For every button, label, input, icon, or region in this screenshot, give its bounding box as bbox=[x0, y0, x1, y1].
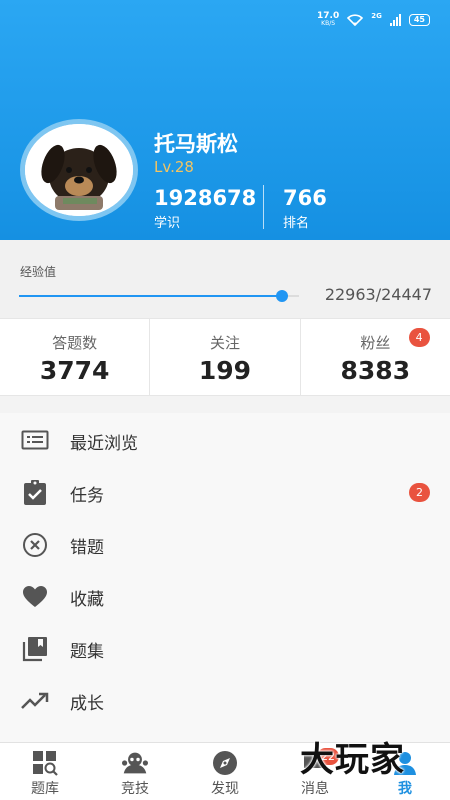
tab-discover[interactable]: 发现 bbox=[180, 743, 270, 800]
tasks-badge: 2 bbox=[409, 483, 430, 502]
avatar[interactable] bbox=[20, 119, 138, 221]
tab-label: 题库 bbox=[31, 781, 59, 797]
battery-level: 45 bbox=[413, 14, 425, 24]
experience-progress-bar bbox=[19, 290, 299, 302]
knowledge-label: 学识 bbox=[154, 216, 181, 231]
battery-icon: 45 bbox=[408, 13, 430, 26]
stat-following[interactable]: 关注 199 bbox=[150, 319, 301, 395]
experience-label: 经验值 bbox=[20, 265, 57, 279]
menu-item-favorites[interactable]: 收藏 bbox=[0, 571, 450, 623]
menu-item-mistakes[interactable]: 错题 bbox=[0, 519, 450, 571]
dog-avatar-icon bbox=[25, 124, 133, 216]
network-speed: 17.0 KB/S bbox=[317, 12, 339, 27]
menu-label: 成长 bbox=[70, 693, 104, 714]
profile-header: 17.0 KB/S 2G 45 托马斯松 Lv.28 1928678 学识 76… bbox=[0, 0, 450, 240]
tab-question-bank[interactable]: 题库 bbox=[0, 743, 90, 800]
stat-label: 关注 bbox=[209, 334, 240, 352]
experience-section: 经验值 bbox=[0, 240, 450, 318]
experience-value: 22963/24447 bbox=[324, 285, 432, 304]
user-level: Lv.28 bbox=[154, 158, 194, 176]
tab-arena[interactable]: 竞技 bbox=[90, 743, 180, 800]
compass-icon bbox=[212, 750, 238, 776]
stats-row: 答题数 3774 关注 199 粉丝 8383 4 bbox=[0, 318, 450, 396]
tab-label: 我 bbox=[398, 781, 412, 797]
menu-label: 最近浏览 bbox=[70, 433, 138, 454]
speed-unit: KB/S bbox=[321, 20, 336, 27]
menu-item-recent[interactable]: 最近浏览 bbox=[0, 415, 450, 467]
stat-value: 199 bbox=[198, 356, 252, 385]
status-bar: 17.0 KB/S 2G 45 bbox=[317, 12, 430, 27]
rank-label: 排名 bbox=[283, 216, 310, 231]
stat-value: 3774 bbox=[39, 356, 110, 385]
clipboard-check-icon bbox=[20, 478, 50, 508]
menu-label: 题集 bbox=[70, 641, 104, 662]
grid-search-icon bbox=[32, 750, 58, 776]
username: 托马斯松 bbox=[154, 132, 238, 156]
stat-answers[interactable]: 答题数 3774 bbox=[0, 319, 151, 395]
tab-label: 发现 bbox=[211, 781, 239, 797]
menu-item-tasks[interactable]: 任务 2 bbox=[0, 467, 450, 519]
menu-item-collections[interactable]: 题集 bbox=[0, 623, 450, 675]
experience-progress-fill bbox=[19, 295, 282, 297]
arena-icon bbox=[122, 750, 148, 776]
network-type: 2G bbox=[371, 12, 382, 20]
knowledge-value: 1928678 bbox=[154, 186, 257, 210]
rank-value: 766 bbox=[283, 186, 327, 210]
history-list-icon bbox=[20, 426, 50, 456]
menu-item-growth[interactable]: 成长 bbox=[0, 675, 450, 727]
heart-icon bbox=[20, 582, 50, 612]
circle-x-icon bbox=[20, 530, 50, 560]
menu-list: 最近浏览 任务 2 错题 收藏 题集 成长 bbox=[0, 413, 450, 743]
stat-value: 8383 bbox=[340, 356, 411, 385]
signal-icon bbox=[389, 13, 401, 26]
fans-badge: 4 bbox=[408, 328, 430, 347]
tab-label: 消息 bbox=[301, 781, 329, 797]
trending-up-icon bbox=[20, 686, 50, 716]
menu-label: 收藏 bbox=[70, 589, 104, 610]
menu-label: 错题 bbox=[70, 537, 104, 558]
collection-icon bbox=[20, 634, 50, 664]
menu-label: 任务 bbox=[70, 485, 104, 506]
experience-progress-knob bbox=[275, 290, 288, 302]
tab-label: 竞技 bbox=[121, 781, 149, 797]
watermark-logo: 大玩家 bbox=[300, 740, 405, 780]
avatar-image bbox=[25, 124, 133, 216]
stat-fans[interactable]: 粉丝 8383 4 bbox=[301, 319, 450, 395]
stat-divider bbox=[263, 185, 264, 229]
stat-label: 答题数 bbox=[52, 334, 98, 352]
wifi-icon bbox=[347, 13, 364, 26]
